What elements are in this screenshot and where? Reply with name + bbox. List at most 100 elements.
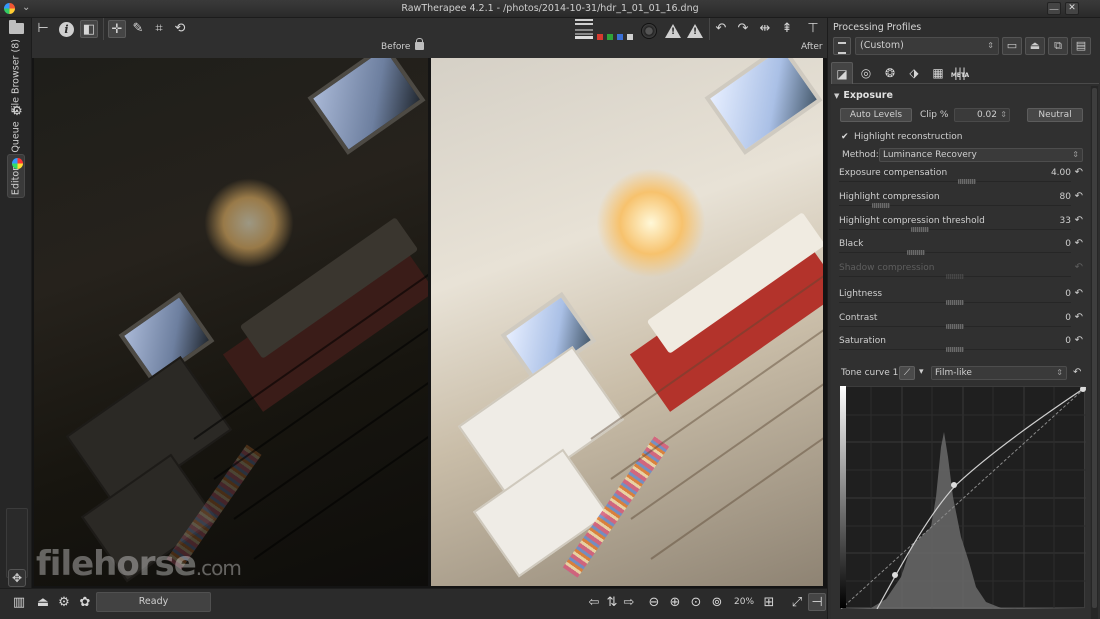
highlight-reconstruction-checkbox[interactable]: ✔ bbox=[841, 132, 851, 142]
slider-reset-icon[interactable]: ↶ bbox=[1075, 191, 1083, 202]
rotate-right-icon[interactable]: ↷ bbox=[734, 20, 752, 38]
image-viewer[interactable] bbox=[32, 58, 827, 588]
paste-profile-icon[interactable]: ▤ bbox=[1071, 37, 1091, 55]
slider-row[interactable]: Black 0 ↶ bbox=[837, 237, 1083, 259]
slider-handle[interactable] bbox=[906, 250, 925, 255]
curve-point[interactable] bbox=[892, 572, 898, 578]
channel-green-icon[interactable] bbox=[607, 34, 613, 40]
hand-tool-icon[interactable]: ✛ bbox=[108, 20, 126, 38]
before-image[interactable] bbox=[34, 58, 428, 586]
channel-red-icon[interactable] bbox=[597, 34, 603, 40]
slider-row[interactable]: Saturation 0 ↶ bbox=[837, 334, 1083, 356]
tab-metadata[interactable]: ||| META bbox=[949, 62, 971, 84]
slider-row[interactable]: Contrast 0 ↶ bbox=[837, 311, 1083, 333]
straighten-tool-icon[interactable]: ⟲ bbox=[171, 20, 189, 38]
hide-left-panel-icon[interactable]: ⊢ bbox=[34, 20, 52, 38]
slider-reset-icon[interactable]: ↶ bbox=[1075, 288, 1083, 299]
slider-track[interactable] bbox=[839, 252, 1071, 253]
tab-transform[interactable]: ⬗ bbox=[903, 62, 925, 84]
load-profile-icon[interactable]: ▭ bbox=[1002, 37, 1022, 55]
exposure-header[interactable]: Exposure bbox=[834, 90, 893, 101]
new-detail-window-icon[interactable]: ⊞ bbox=[760, 594, 778, 612]
tab-detail[interactable]: ◎ bbox=[855, 62, 877, 84]
slider-track[interactable] bbox=[839, 181, 1071, 182]
close-button[interactable]: ✕ bbox=[1065, 2, 1079, 15]
slider-value[interactable]: 0 bbox=[1065, 239, 1071, 249]
slider-reset-icon[interactable]: ↶ bbox=[1075, 215, 1083, 226]
minimize-button[interactable]: ⎼ bbox=[1047, 2, 1061, 15]
curve-type-icon[interactable]: ⟋ bbox=[899, 366, 915, 380]
method-select[interactable]: Luminance Recovery bbox=[879, 148, 1083, 162]
tone-curve-graph[interactable] bbox=[840, 386, 1087, 610]
slider-row[interactable]: Lightness 0 ↶ bbox=[837, 287, 1083, 309]
zoom-fit-icon[interactable]: ⊙ bbox=[687, 594, 705, 612]
slider-reset-icon[interactable]: ↶ bbox=[1075, 167, 1083, 178]
focus-mask-icon[interactable] bbox=[641, 23, 657, 39]
save-profile-icon[interactable]: ⏏ bbox=[1025, 37, 1045, 55]
edit-external-icon[interactable]: ✿ bbox=[76, 594, 94, 612]
slider-value[interactable]: 0 bbox=[1065, 313, 1071, 323]
slider-track[interactable] bbox=[839, 229, 1071, 230]
copy-profile-icon[interactable]: ⧉ bbox=[1048, 37, 1068, 55]
curve-point[interactable] bbox=[1080, 386, 1086, 392]
channel-luminance-icon[interactable] bbox=[627, 34, 633, 40]
slider-value[interactable]: 0 bbox=[1065, 336, 1071, 346]
navigator-icon[interactable]: ✥ bbox=[8, 569, 26, 587]
slider-value[interactable]: 4.00 bbox=[1051, 168, 1071, 178]
white-balance-picker-icon[interactable]: ✎ bbox=[129, 20, 147, 38]
clip-percent-input[interactable]: 0.02 bbox=[954, 108, 1010, 122]
next-image-icon[interactable]: ⇨ bbox=[620, 594, 638, 612]
flip-horizontal-icon[interactable]: ⇹ bbox=[756, 20, 774, 38]
tone-curve-reset-icon[interactable]: ↶ bbox=[1073, 367, 1081, 378]
processing-profile-select[interactable]: (Custom) ⇕ bbox=[855, 37, 999, 55]
zoom-in-icon[interactable]: ⊕ bbox=[666, 594, 684, 612]
slider-value[interactable]: 33 bbox=[1060, 216, 1071, 226]
slider-value[interactable]: 0 bbox=[1065, 289, 1071, 299]
slider-reset-icon[interactable]: ↶ bbox=[1075, 335, 1083, 346]
before-lock-icon[interactable] bbox=[415, 38, 424, 50]
slider-value[interactable]: 80 bbox=[1060, 192, 1071, 202]
flip-vertical-icon[interactable]: ⇞ bbox=[778, 20, 796, 38]
queue-gear-icon[interactable]: ⚙ bbox=[10, 105, 24, 119]
info-icon[interactable]: i bbox=[59, 22, 74, 37]
zoom-out-icon[interactable]: ⊖ bbox=[645, 594, 663, 612]
profile-list-icon[interactable] bbox=[833, 37, 851, 55]
highlight-clipping-warning-icon[interactable] bbox=[687, 24, 703, 38]
slider-handle[interactable] bbox=[957, 179, 976, 184]
tab-color[interactable]: ❂ bbox=[879, 62, 901, 84]
folder-icon[interactable] bbox=[9, 20, 24, 34]
slider-handle[interactable] bbox=[946, 324, 964, 329]
tool-panel-scrollbar[interactable] bbox=[1091, 86, 1098, 619]
slider-handle[interactable] bbox=[871, 203, 890, 208]
tab-queue[interactable]: Queue bbox=[7, 118, 25, 156]
channel-blue-icon[interactable] bbox=[617, 34, 623, 40]
hide-top-panel-icon[interactable]: ⊤ bbox=[804, 20, 822, 38]
sync-image-icon[interactable]: ⇅ bbox=[603, 594, 621, 612]
tab-raw[interactable]: ▦ bbox=[927, 62, 949, 84]
rotate-left-icon[interactable]: ↶ bbox=[712, 20, 730, 38]
slider-handle[interactable] bbox=[911, 227, 930, 232]
queue-image-icon[interactable]: ⚙ bbox=[55, 594, 73, 612]
slider-handle[interactable] bbox=[946, 347, 964, 352]
hide-right-panel-icon[interactable]: ⊣ bbox=[808, 593, 826, 611]
slider-row[interactable]: Exposure compensation 4.00 ↶ bbox=[837, 166, 1083, 188]
tab-exposure[interactable]: ◪ bbox=[831, 62, 853, 84]
slider-reset-icon[interactable]: ↶ bbox=[1075, 312, 1083, 323]
slider-handle[interactable] bbox=[946, 300, 964, 305]
curve-type-dropdown-icon[interactable]: ▾ bbox=[919, 367, 924, 377]
fullscreen-icon[interactable]: ⤢ bbox=[788, 594, 806, 612]
tone-curve-editor[interactable] bbox=[840, 386, 1087, 610]
zoom-100-icon[interactable]: ⊚ bbox=[708, 594, 726, 612]
slider-reset-icon[interactable]: ↶ bbox=[1075, 238, 1083, 249]
curve-point[interactable] bbox=[951, 482, 957, 488]
tone-curve-mode-select[interactable]: Film-like bbox=[931, 366, 1067, 380]
before-after-icon[interactable]: ◧ bbox=[80, 20, 98, 38]
save-image-icon[interactable]: ⏏ bbox=[34, 594, 52, 612]
scrollbar-thumb[interactable] bbox=[1092, 88, 1097, 608]
shadow-clipping-warning-icon[interactable] bbox=[665, 24, 681, 38]
after-image[interactable] bbox=[431, 58, 823, 586]
channel-rgb-icon[interactable] bbox=[575, 36, 593, 39]
slider-row[interactable]: Highlight compression threshold 33 ↶ bbox=[837, 214, 1083, 236]
filmstrip-toggle-icon[interactable]: ▥ bbox=[10, 594, 28, 612]
neutral-button[interactable]: Neutral bbox=[1027, 108, 1083, 122]
